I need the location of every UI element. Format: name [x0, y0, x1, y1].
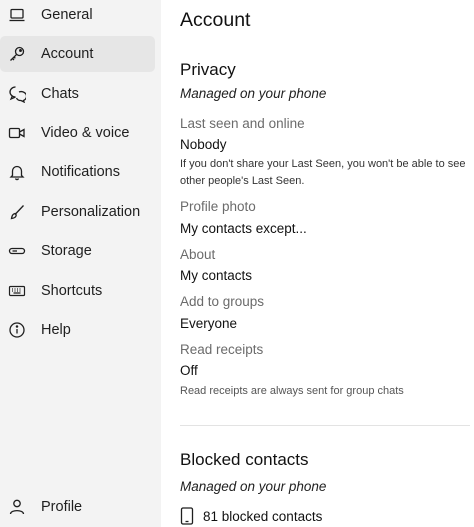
sidebar-item-label: Help — [41, 322, 71, 338]
storage-icon — [8, 242, 26, 260]
sidebar-item-help[interactable]: Help — [0, 312, 155, 348]
privacy-heading: Privacy — [180, 60, 236, 79]
sidebar-item-label: Video & voice — [41, 125, 130, 141]
sidebar-item-account[interactable]: Account — [0, 36, 155, 72]
section-divider — [180, 425, 470, 426]
laptop-icon — [8, 6, 26, 24]
last-seen-label: Last seen and online — [180, 116, 305, 131]
privacy-managed-note: Managed on your phone — [180, 86, 327, 101]
person-icon — [8, 498, 26, 516]
sidebar-item-profile[interactable]: Profile — [0, 489, 155, 525]
key-icon — [8, 45, 26, 63]
blocked-count-label: 81 blocked contacts — [203, 508, 323, 524]
account-panel: Account Privacy Managed on your phone La… — [161, 0, 474, 527]
sidebar-item-video-voice[interactable]: Video & voice — [0, 115, 155, 151]
page-title: Account — [180, 9, 251, 31]
add-to-groups-label: Add to groups — [180, 294, 265, 309]
blocked-contacts-heading: Blocked contacts — [180, 450, 309, 469]
keyboard-icon — [8, 282, 26, 300]
settings-window: General Account Chats Video & voice Noti… — [0, 0, 474, 527]
sidebar-item-notifications[interactable]: Notifications — [0, 154, 155, 190]
sidebar-item-label: General — [41, 7, 93, 23]
read-receipts-note: Read receipts are always sent for group … — [180, 385, 404, 397]
video-camera-icon — [8, 124, 26, 142]
info-icon — [8, 321, 26, 339]
sidebar-item-label: Personalization — [41, 204, 141, 220]
brush-icon — [8, 203, 26, 221]
sidebar-item-general[interactable]: General — [0, 0, 155, 33]
sidebar-item-label: Chats — [41, 86, 79, 102]
sidebar-item-shortcuts[interactable]: Shortcuts — [0, 273, 155, 309]
read-receipts-label: Read receipts — [180, 342, 264, 357]
read-receipts-value[interactable]: Off — [180, 363, 198, 378]
sidebar-item-label: Account — [41, 46, 94, 62]
sidebar-item-label: Profile — [41, 499, 83, 515]
blocked-contacts-row[interactable]: 81 blocked contacts — [180, 507, 322, 525]
sidebar-item-label: Storage — [41, 243, 92, 259]
sidebar-item-label: Shortcuts — [41, 283, 103, 299]
last-seen-value[interactable]: Nobody — [180, 137, 227, 152]
profile-photo-value[interactable]: My contacts except... — [180, 221, 307, 236]
about-label: About — [180, 247, 216, 262]
sidebar: General Account Chats Video & voice Noti… — [0, 0, 161, 527]
sidebar-item-label: Notifications — [41, 164, 120, 180]
blocked-managed-note: Managed on your phone — [180, 479, 327, 494]
sidebar-item-chats[interactable]: Chats — [0, 76, 155, 112]
chat-bubbles-icon — [8, 85, 26, 103]
about-value[interactable]: My contacts — [180, 268, 252, 283]
last-seen-note: If you don't share your Last Seen, you w… — [180, 158, 466, 187]
profile-photo-label: Profile photo — [180, 199, 256, 214]
sidebar-item-personalization[interactable]: Personalization — [0, 194, 155, 230]
phone-icon — [180, 507, 194, 525]
bell-icon — [8, 163, 26, 181]
add-to-groups-value[interactable]: Everyone — [180, 316, 237, 331]
sidebar-item-storage[interactable]: Storage — [0, 233, 155, 269]
